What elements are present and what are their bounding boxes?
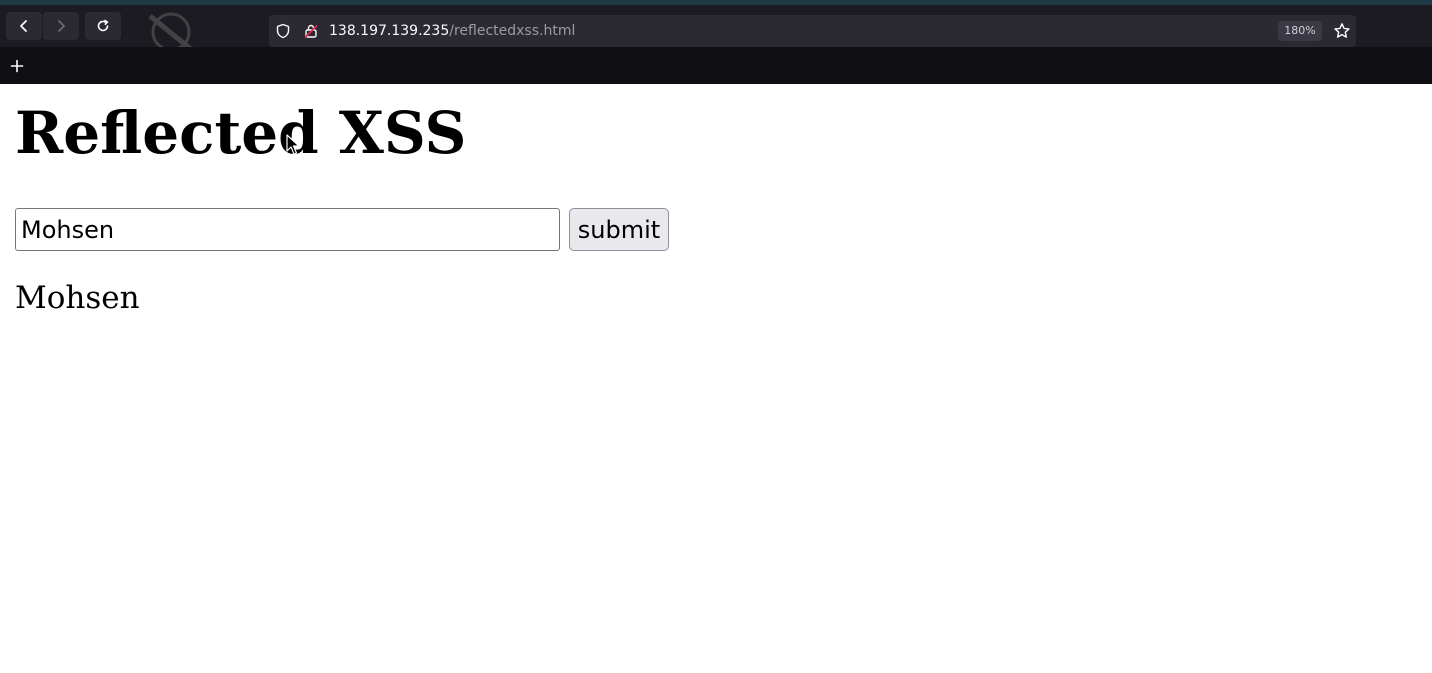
new-tab-icon xyxy=(10,59,24,73)
tab-strip xyxy=(0,47,1432,84)
zoom-level-badge[interactable]: 180% xyxy=(1278,21,1322,41)
forward-button[interactable] xyxy=(43,12,79,40)
background-logo-icon xyxy=(148,12,194,52)
browser-toolbar: 138.197.139.235/reflectedxss.html 180% xyxy=(0,5,1432,52)
reload-button[interactable] xyxy=(85,12,121,40)
back-icon xyxy=(20,20,27,32)
reload-icon xyxy=(97,19,109,32)
page-content: Reflected XSS submit Mohsen xyxy=(0,84,1432,673)
reflected-output-text: Mohsen xyxy=(15,280,140,316)
url-host: 138.197.139.235 xyxy=(329,23,450,39)
star-icon[interactable] xyxy=(1333,22,1351,40)
url-bar[interactable]: 138.197.139.235/reflectedxss.html 180% xyxy=(269,15,1356,47)
mouse-cursor-icon xyxy=(286,134,300,155)
lock-icon[interactable] xyxy=(303,23,319,39)
name-input[interactable] xyxy=(15,208,560,251)
back-button[interactable] xyxy=(6,12,42,40)
submit-button[interactable]: submit xyxy=(569,208,669,251)
page-title: Reflected XSS xyxy=(15,99,467,167)
new-tab-button[interactable] xyxy=(6,55,28,77)
forward-icon xyxy=(58,20,65,32)
url-text[interactable]: 138.197.139.235/reflectedxss.html xyxy=(329,22,575,40)
shield-icon[interactable] xyxy=(275,23,291,39)
url-path: /reflectedxss.html xyxy=(449,23,576,39)
